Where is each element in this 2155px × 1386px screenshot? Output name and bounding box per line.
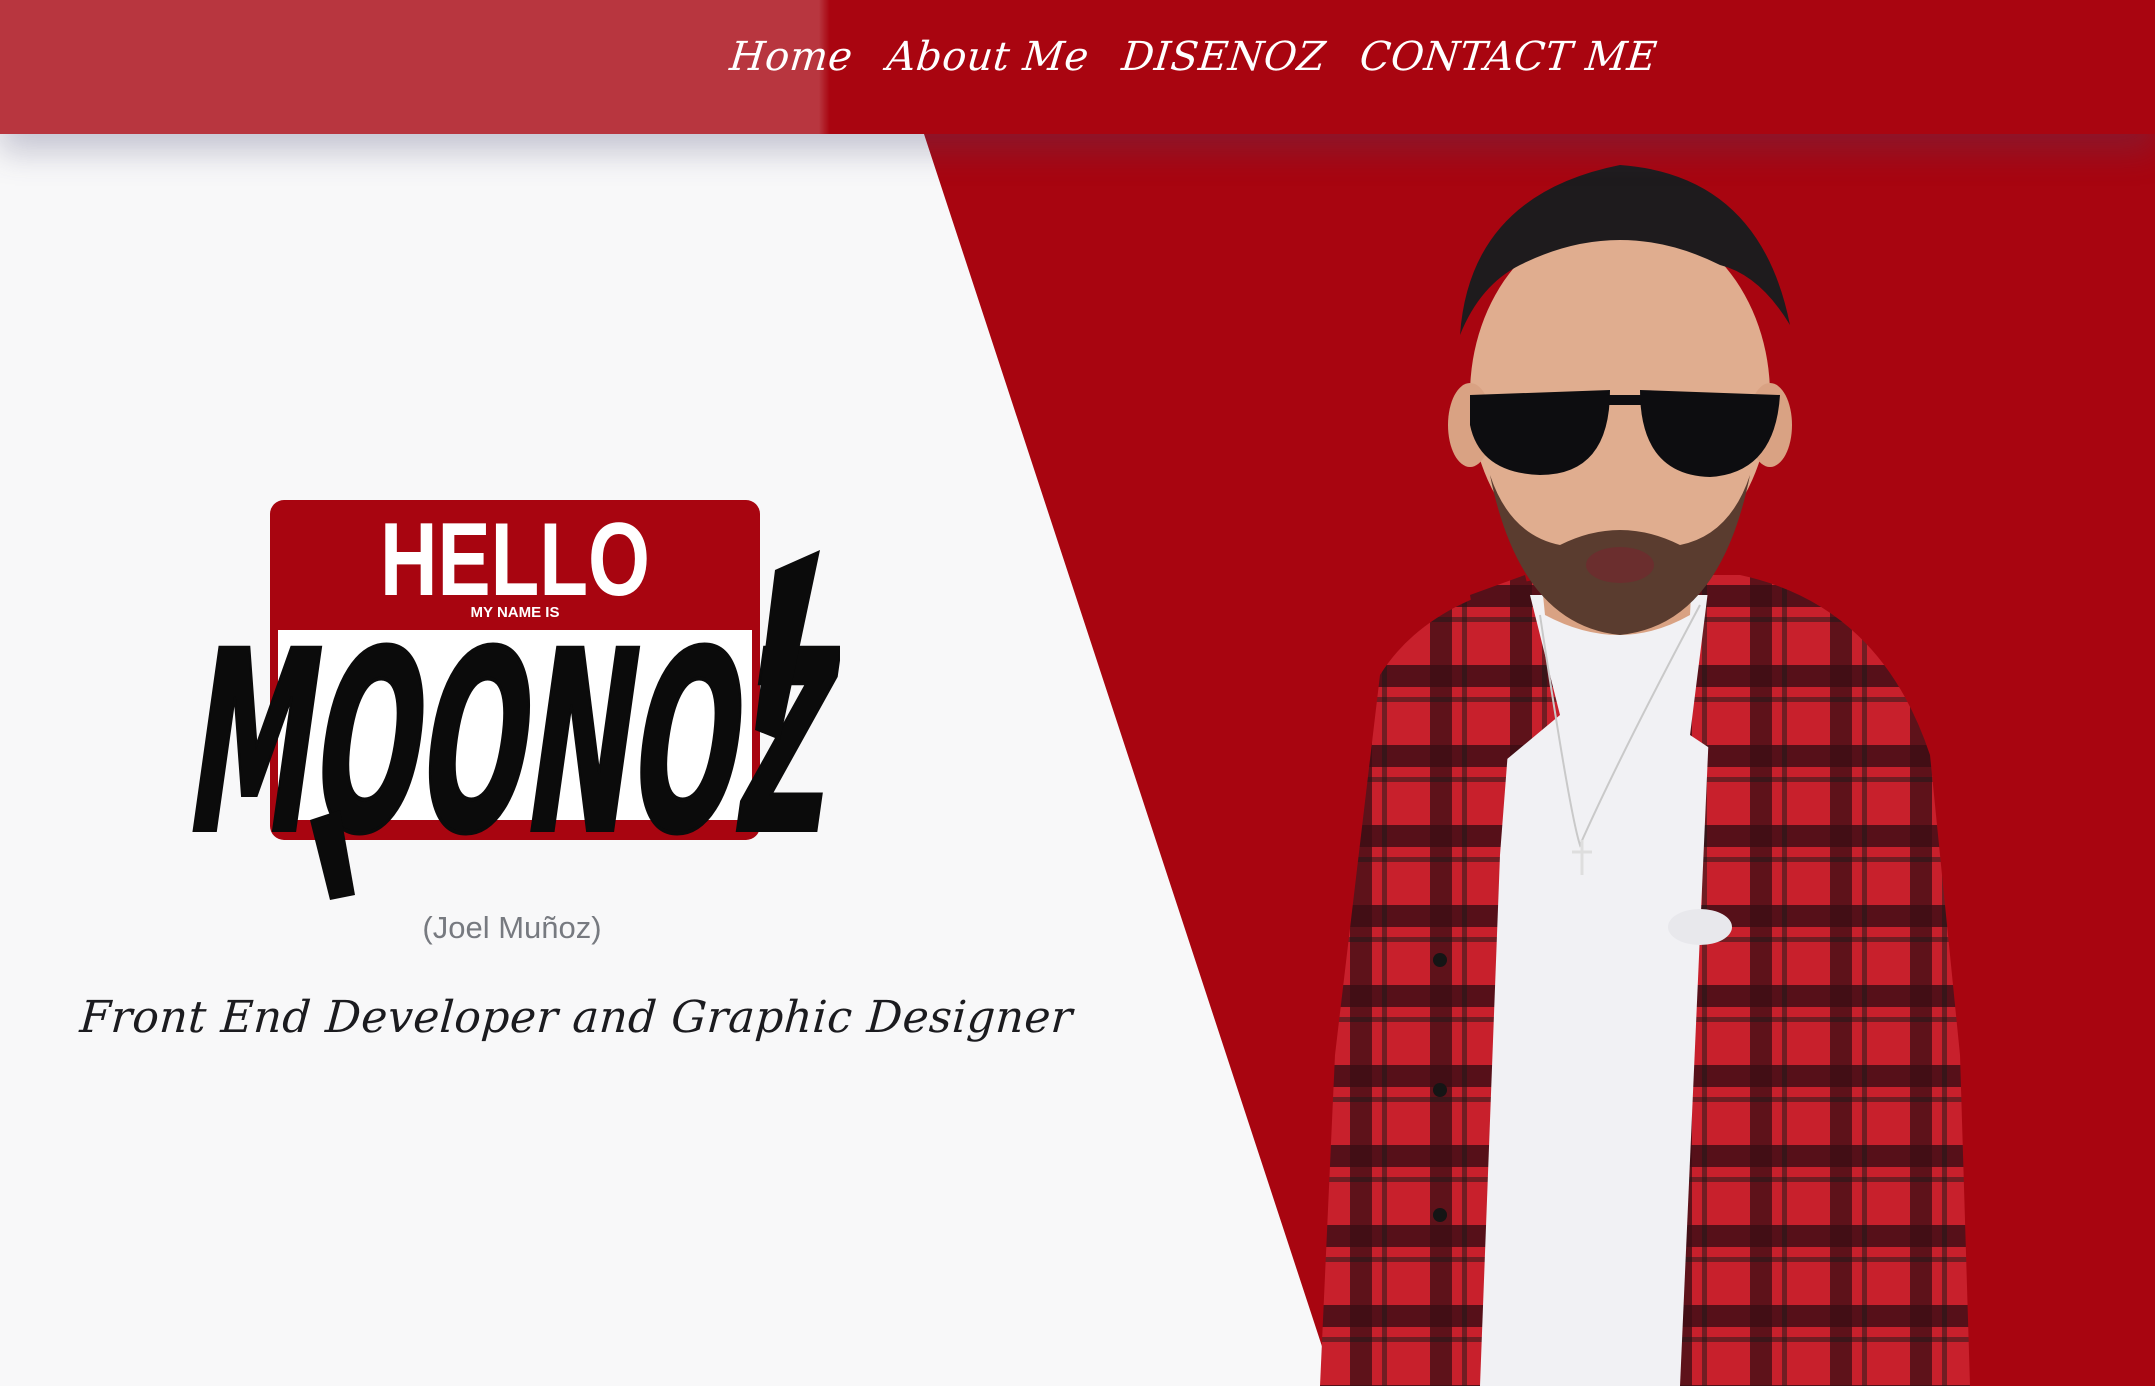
portrait-photo xyxy=(1320,165,1970,1386)
nav-item-disenoz: DISENOZ xyxy=(1120,34,1328,80)
nav-menu: Home About Me DISENOZ CONTACT ME xyxy=(728,34,1660,80)
shirt-button xyxy=(1433,1208,1447,1222)
real-name-caption: (Joel Muñoz) xyxy=(422,910,602,945)
mouth xyxy=(1586,547,1654,583)
nav-item-home: Home xyxy=(728,34,855,80)
hello-my-name-is-logo: HELLO MY NAME IS MOONOZ xyxy=(180,500,840,900)
shirt-button xyxy=(1433,953,1447,967)
nav-link-contact-me[interactable]: CONTACT ME xyxy=(1357,34,1659,80)
nav-item-about: About Me xyxy=(884,34,1091,80)
nav-link-home[interactable]: Home xyxy=(728,34,855,80)
page: Home About Me DISENOZ CONTACT ME HELLO M… xyxy=(0,0,2155,1386)
nav-item-contact: CONTACT ME xyxy=(1357,34,1659,80)
graffiti-tag-text: MOONOZ xyxy=(180,599,840,890)
nav-link-about-me[interactable]: About Me xyxy=(884,34,1091,80)
nav-link-disenoz[interactable]: DISENOZ xyxy=(1120,34,1328,80)
sunglasses-bridge xyxy=(1605,395,1645,405)
top-navbar: Home About Me DISENOZ CONTACT ME xyxy=(0,0,2155,134)
hero-tagline: Front End Developer and Graphic Designer xyxy=(78,992,1075,1043)
pocket-pin xyxy=(1668,909,1732,945)
shirt-button xyxy=(1433,1083,1447,1097)
